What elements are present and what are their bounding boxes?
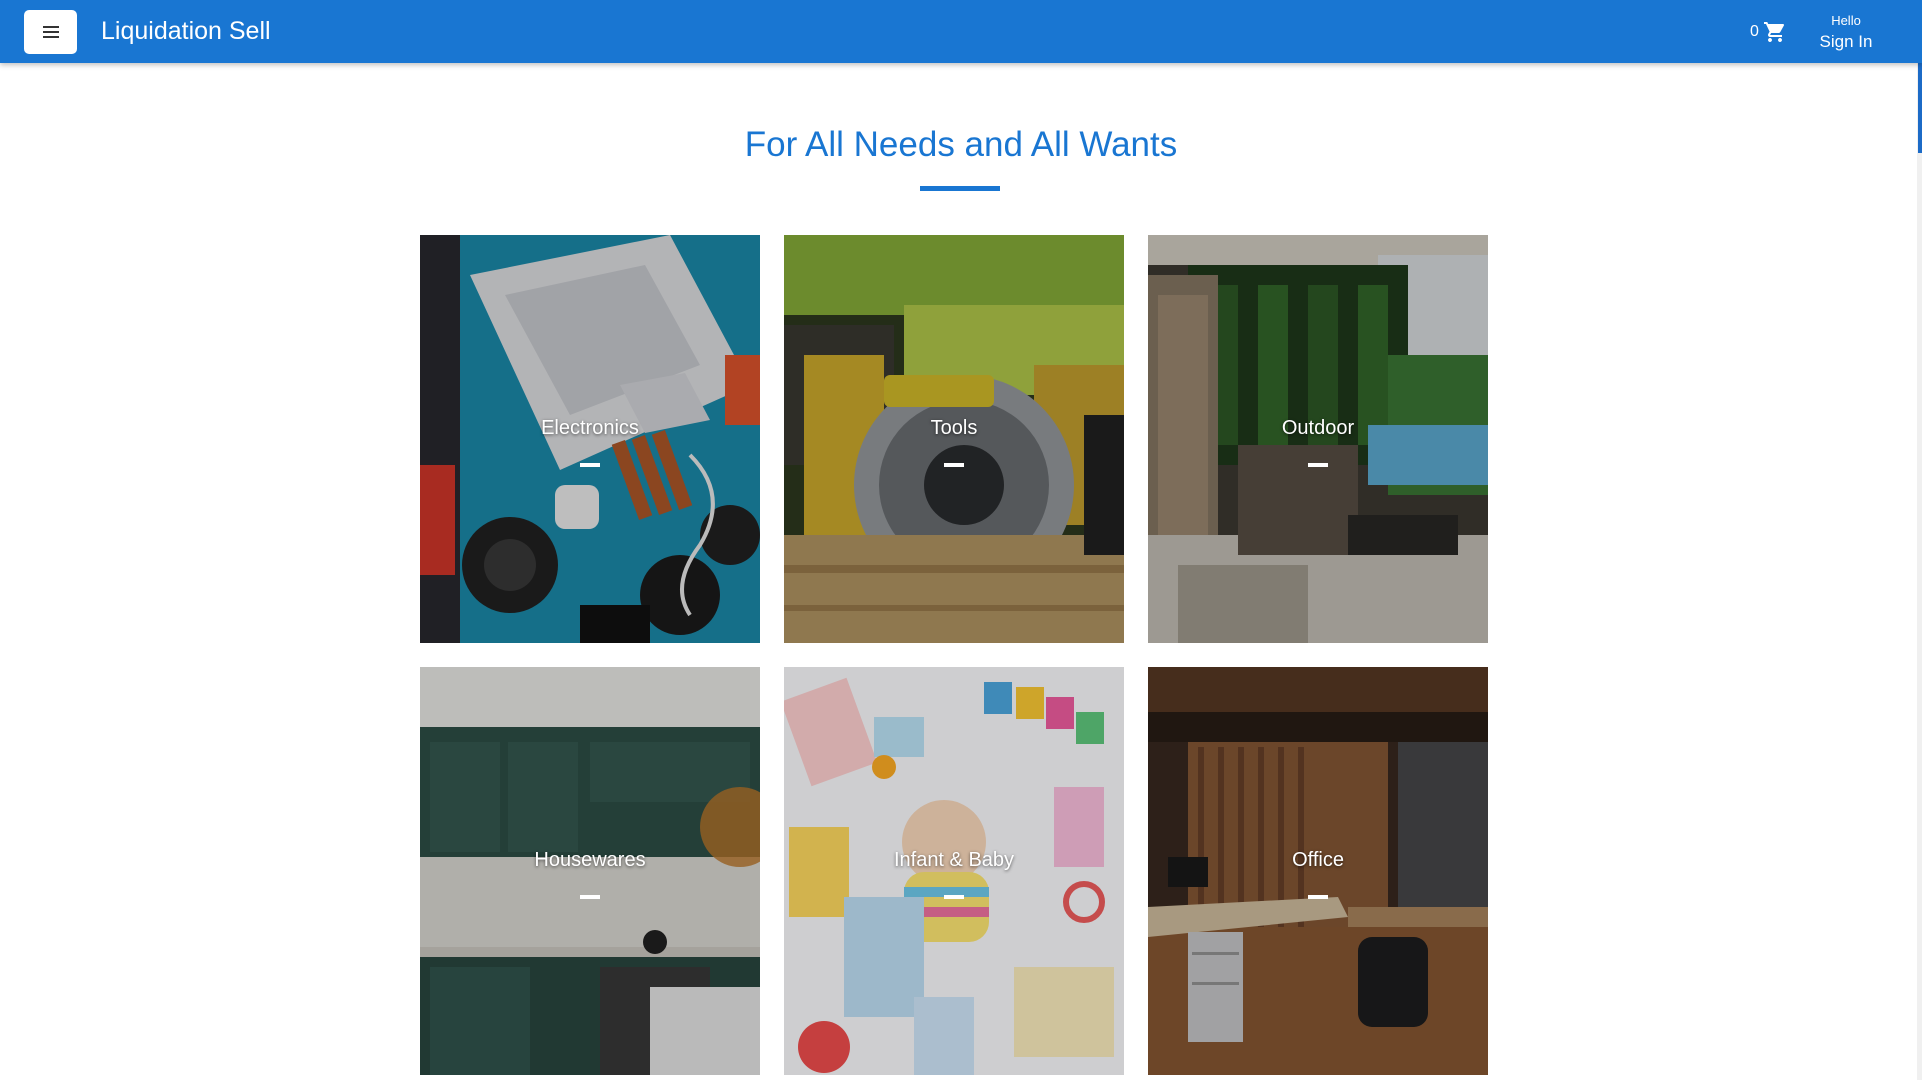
category-tile-electronics[interactable]: Electronics [420, 235, 760, 643]
label-underline [580, 895, 600, 899]
label-underline [1308, 895, 1328, 899]
label-underline [944, 463, 964, 467]
app-bar: Liquidation Sell 0 Hello Sign In [0, 0, 1922, 63]
cart-icon [1764, 22, 1785, 42]
sign-in-menu[interactable]: Hello Sign In [1806, 13, 1886, 52]
section-title: For All Needs and All Wants [744, 125, 1178, 164]
sign-in-link[interactable]: Sign In [1806, 32, 1886, 52]
menu-icon [43, 26, 59, 38]
category-tile-tools[interactable]: Tools [784, 235, 1124, 643]
greeting-text: Hello [1831, 13, 1861, 28]
cart-count: 0 [1750, 23, 1759, 40]
label-underline [580, 463, 600, 467]
category-tile-office[interactable]: Office [1148, 667, 1488, 1075]
category-tile-outdoor[interactable]: Outdoor [1148, 235, 1488, 643]
category-label: Electronics [541, 417, 639, 439]
category-label: Office [1292, 849, 1344, 871]
category-label: Tools [930, 417, 978, 439]
category-label: Housewares [534, 849, 646, 871]
brand-title[interactable]: Liquidation Sell [101, 17, 271, 46]
label-underline [1308, 463, 1328, 467]
category-tile-infant-baby[interactable]: Infant & Baby [784, 667, 1124, 1075]
title-underline [920, 186, 1000, 191]
menu-button[interactable] [24, 10, 77, 54]
category-label: Outdoor [1281, 417, 1355, 439]
category-label: Infant & Baby [893, 849, 1015, 871]
category-tile-housewares[interactable]: Housewares [420, 667, 760, 1075]
label-underline [944, 895, 964, 899]
